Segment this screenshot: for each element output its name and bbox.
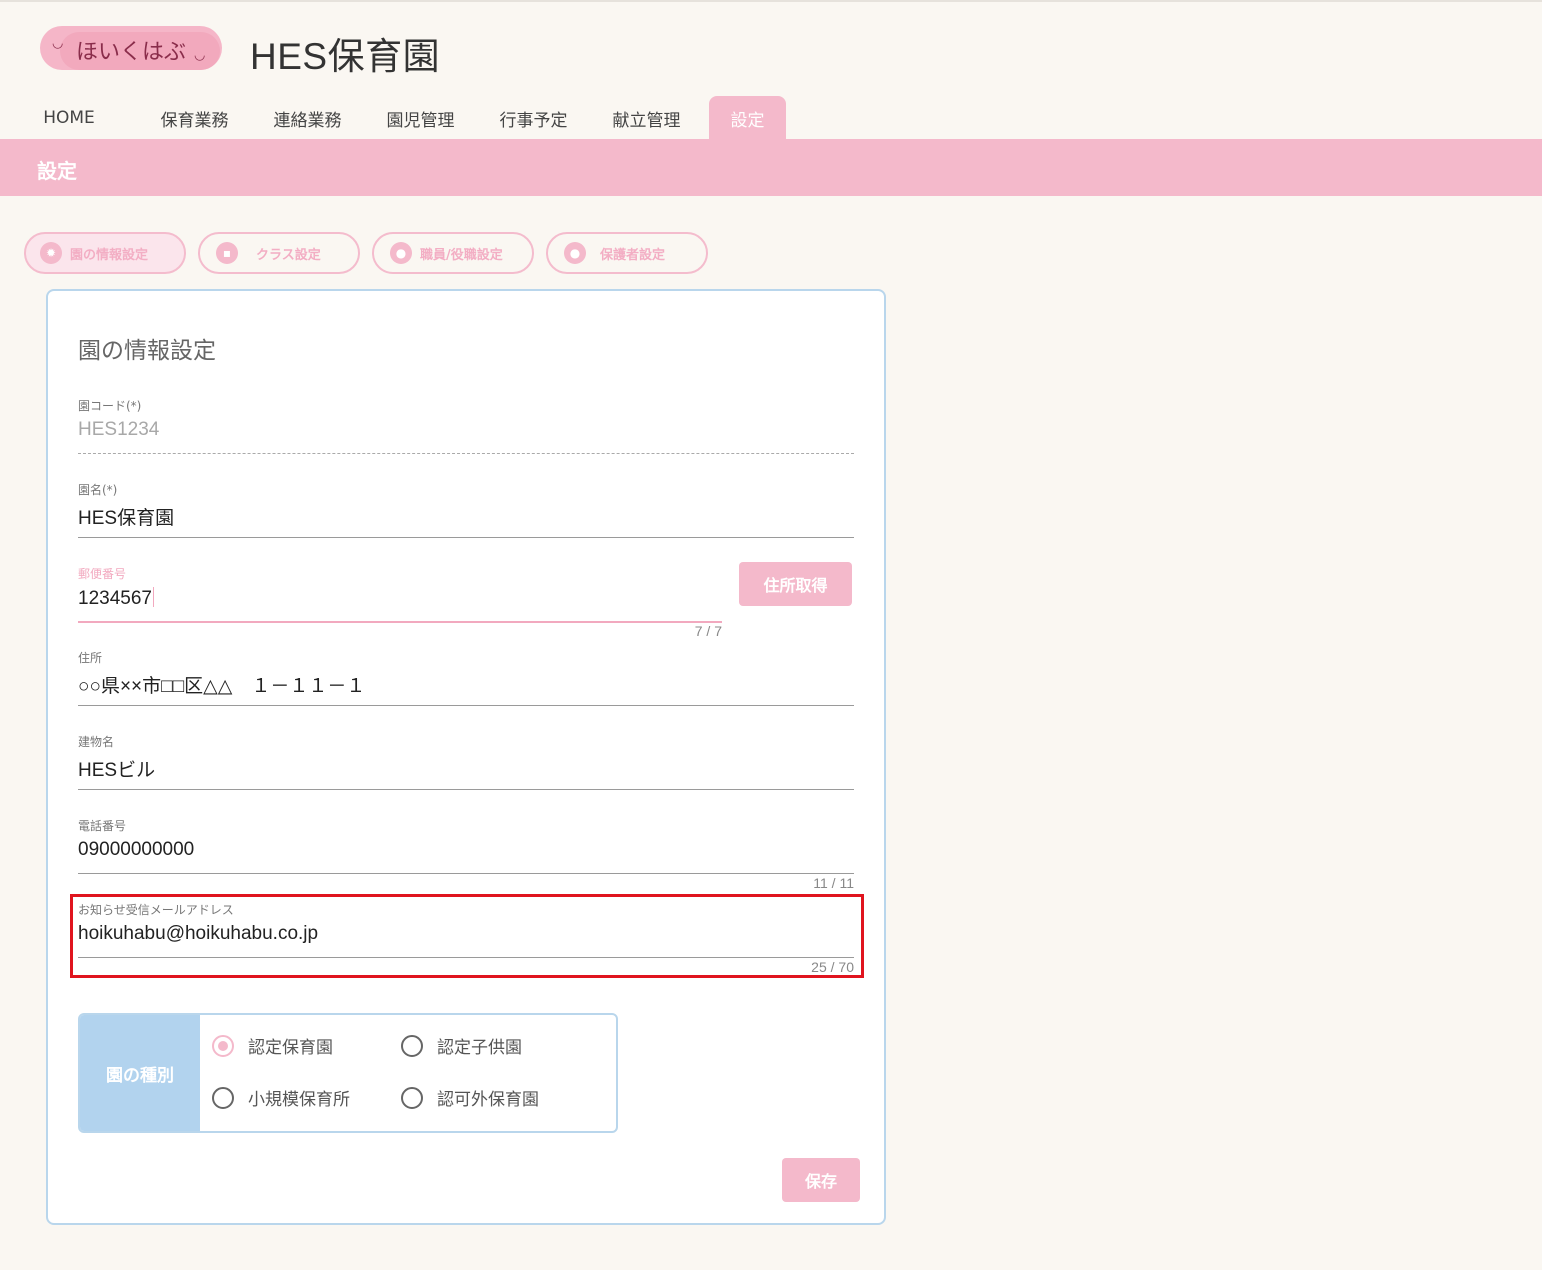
subtab-label: 保護者設定 — [600, 247, 666, 263]
main-nav: HOME 保育業務 連絡業務 園児管理 行事予定 献立管理 設定 — [0, 96, 786, 140]
radio-button[interactable] — [212, 1034, 234, 1057]
nav-contact[interactable]: 連絡業務 — [251, 96, 364, 140]
nav-settings[interactable]: 設定 — [709, 96, 786, 140]
radio-button[interactable] — [401, 1034, 423, 1057]
field-label: 建物名 — [78, 735, 115, 749]
facility-name-input[interactable]: HES保育園 — [78, 503, 854, 529]
subtab-staff[interactable]: ● 職員/役職設定 — [372, 232, 534, 274]
hoikuhabu-logo[interactable]: ◡ ほいくはぶ ◡ — [40, 26, 222, 72]
postal-counter: 7 / 7 — [694, 623, 722, 639]
subtab-facility-info[interactable]: ✹ 園の情報設定 — [24, 232, 186, 274]
field-label: 園名(*) — [78, 483, 118, 497]
radio-certified-kodomoen[interactable]: 認定子供園 — [401, 1033, 522, 1058]
subtab-guardian[interactable]: ● 保護者設定 — [546, 232, 708, 274]
nav-children[interactable]: 園児管理 — [364, 96, 477, 140]
smile-icon: ◡ — [194, 48, 206, 63]
email-field-highlight — [70, 894, 864, 978]
radio-small-nursery[interactable]: 小規模保育所 — [212, 1085, 350, 1110]
phone-counter: 11 / 11 — [813, 875, 854, 891]
logo-text: ほいくはぶ — [76, 40, 187, 65]
facility-code-field: 園コード(*) HES1234 — [78, 397, 854, 454]
radio-button[interactable] — [212, 1086, 234, 1109]
radio-unlicensed-nursery[interactable]: 認可外保育園 — [401, 1085, 539, 1110]
subtab-class[interactable]: ▪ クラス設定 — [198, 232, 360, 274]
phone-field[interactable]: 電話番号 09000000000 — [78, 817, 854, 874]
get-address-button[interactable]: 住所取得 — [739, 562, 852, 606]
nav-childcare[interactable]: 保育業務 — [138, 96, 251, 140]
postal-code-input[interactable]: 1234567 — [78, 587, 722, 613]
address-input[interactable]: ○○県××市□□区△△ １－１１－１ — [78, 671, 854, 697]
radio-label: 小規模保育所 — [248, 1090, 350, 1110]
page-header-band: 設定 — [0, 139, 1542, 196]
building-input[interactable]: HESビル — [78, 755, 854, 781]
radio-certified-nursery[interactable]: 認定保育園 — [212, 1033, 333, 1058]
facility-code-input: HES1234 — [78, 419, 160, 440]
postal-code-field[interactable]: 郵便番号 1234567 — [78, 565, 722, 623]
text-caret — [152, 587, 154, 607]
address-field[interactable]: 住所 ○○県××市□□区△△ １－１１－１ — [78, 649, 854, 706]
facility-type-group: 園の種別 認定保育園 認定子供園 小規模保育所 認可外保育園 — [78, 1013, 618, 1133]
field-label: 住所 — [78, 651, 103, 665]
radio-label: 認定保育園 — [248, 1038, 333, 1058]
nav-home[interactable]: HOME — [0, 96, 138, 140]
page-title: 設定 — [37, 159, 77, 183]
nav-menu[interactable]: 献立管理 — [590, 96, 703, 140]
phone-input[interactable]: 09000000000 — [78, 839, 854, 865]
card-title: 園の情報設定 — [78, 338, 216, 364]
smile-icon: ◡ — [52, 36, 64, 51]
subtab-label: 園の情報設定 — [70, 247, 149, 263]
staff-icon: ● — [390, 242, 412, 264]
save-button[interactable]: 保存 — [782, 1158, 860, 1202]
building-field[interactable]: 建物名 HESビル — [78, 733, 854, 790]
top-border — [0, 0, 1542, 2]
site-title: HES保育園 — [250, 36, 441, 77]
facility-name-field[interactable]: 園名(*) HES保育園 — [78, 481, 854, 538]
radio-button[interactable] — [401, 1086, 423, 1109]
radio-label: 認可外保育園 — [437, 1090, 539, 1110]
subtab-label: 職員/役職設定 — [420, 247, 503, 263]
facility-type-label: 園の種別 — [80, 1015, 200, 1131]
facility-info-card: 園の情報設定 園コード(*) HES1234 園名(*) HES保育園 郵便番号… — [46, 289, 886, 1225]
subtab-label: クラス設定 — [256, 247, 321, 263]
teacher-icon: ▪ — [216, 242, 238, 264]
field-label: 電話番号 — [78, 819, 127, 833]
guardian-icon: ● — [564, 242, 586, 264]
nav-events[interactable]: 行事予定 — [477, 96, 590, 140]
radio-label: 認定子供園 — [437, 1038, 522, 1058]
gear-icon: ✹ — [40, 242, 62, 264]
field-label: 園コード(*) — [78, 399, 142, 413]
field-label: 郵便番号 — [78, 567, 127, 581]
